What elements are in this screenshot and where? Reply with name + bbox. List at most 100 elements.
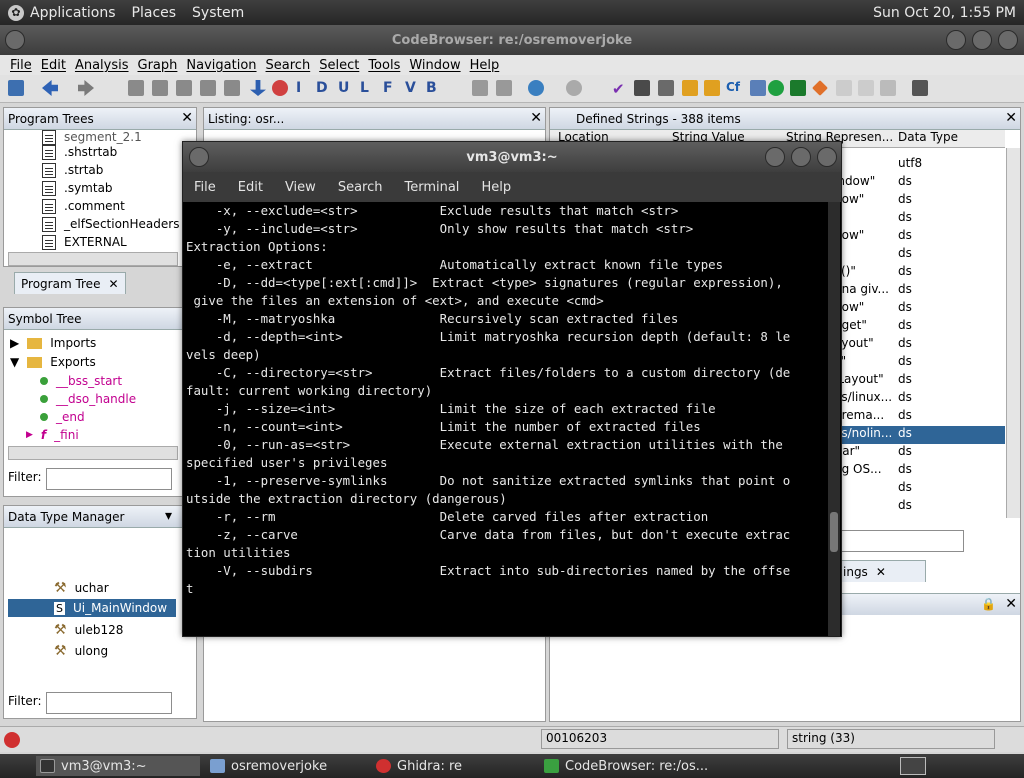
collapse-icon[interactable]: ▼ <box>10 355 19 369</box>
tool-icon-2[interactable] <box>496 80 512 96</box>
tool-icon-9[interactable] <box>858 80 874 96</box>
menu-file[interactable]: File <box>10 58 32 73</box>
list-item[interactable]: ⚒ ulong <box>54 642 108 660</box>
places-menu[interactable]: Places <box>124 0 185 25</box>
menu-edit[interactable]: Edit <box>41 58 66 73</box>
nav-icon-2[interactable] <box>152 80 168 96</box>
forward-arrow-icon[interactable] <box>78 80 94 96</box>
symbol-filter-input[interactable] <box>46 468 172 490</box>
menu-graph[interactable]: Graph <box>138 58 178 73</box>
minimize-button[interactable] <box>946 30 966 50</box>
cf-icon[interactable]: Cf <box>726 80 742 96</box>
tab-program-tree[interactable]: Program Tree ✕ <box>14 272 126 294</box>
folder-icon[interactable] <box>704 80 720 96</box>
back-arrow-icon[interactable] <box>42 80 58 96</box>
error-icon[interactable] <box>4 732 20 748</box>
terminal-scrollbar[interactable] <box>828 202 840 636</box>
i-icon[interactable]: I <box>296 80 312 96</box>
tool-icon-4[interactable] <box>658 80 674 96</box>
tree-item[interactable]: __dso_handle <box>40 390 136 408</box>
down-arrow-icon[interactable] <box>250 80 266 96</box>
close-icon[interactable]: ✕ <box>530 110 542 126</box>
menu-help[interactable]: Help <box>481 180 511 195</box>
list-item[interactable]: ⚒ uleb128 <box>54 621 123 639</box>
terminal-titlebar[interactable]: vm3@vm3:~ <box>183 142 841 172</box>
terminal-window[interactable]: vm3@vm3:~ File Edit View Search Terminal… <box>182 141 842 637</box>
horizontal-scrollbar[interactable] <box>8 252 178 266</box>
v-icon[interactable]: V <box>405 80 421 96</box>
tree-item[interactable]: __bss_start <box>40 372 122 390</box>
list-item-selected[interactable]: S Ui_MainWindow <box>8 599 176 617</box>
menu-file[interactable]: File <box>194 180 216 195</box>
tree-item[interactable]: .symtab <box>42 179 113 197</box>
window-menu-button[interactable] <box>5 30 25 50</box>
maximize-button[interactable] <box>972 30 992 50</box>
dropdown-icon[interactable]: ▾ <box>165 508 172 524</box>
task-codebrowser[interactable]: CodeBrowser: re:/os... <box>540 756 730 776</box>
tool-icon-10[interactable] <box>880 80 896 96</box>
menu-edit[interactable]: Edit <box>238 180 263 195</box>
system-menu[interactable]: System <box>184 0 252 25</box>
window-menu-button[interactable] <box>189 147 209 167</box>
close-icon[interactable]: ✕ <box>108 277 118 291</box>
diamond-icon[interactable] <box>812 80 828 96</box>
strings-filter-input[interactable] <box>840 530 964 552</box>
tree-item[interactable]: EXTERNAL <box>42 233 127 251</box>
close-icon[interactable]: ✕ <box>1005 110 1017 126</box>
menu-window[interactable]: Window <box>409 58 460 73</box>
workspace-switcher[interactable] <box>900 757 926 775</box>
tool-icon-3[interactable] <box>634 80 650 96</box>
nav-icon-4[interactable] <box>200 80 216 96</box>
tool-icon-1[interactable] <box>472 80 488 96</box>
tab-defined-strings[interactable]: ings ✕ <box>836 560 926 582</box>
list-item[interactable]: ⚒ uchar <box>54 579 109 597</box>
tree-item[interactable]: .comment <box>42 197 125 215</box>
l-icon[interactable]: L <box>360 80 376 96</box>
task-ghidra[interactable]: Ghidra: re <box>372 756 536 776</box>
nav-icon-3[interactable] <box>176 80 192 96</box>
run-icon[interactable] <box>768 80 784 96</box>
column-data-type[interactable]: Data Type <box>898 130 958 144</box>
close-button[interactable] <box>998 30 1018 50</box>
menu-help[interactable]: Help <box>470 58 500 73</box>
close-button[interactable] <box>817 147 837 167</box>
checkmark-icon[interactable]: ✔ <box>612 80 628 98</box>
expand-icon[interactable]: ▶ <box>26 430 33 440</box>
close-icon[interactable]: ✕ <box>181 110 193 126</box>
menu-analysis[interactable]: Analysis <box>75 58 129 73</box>
codebrowser-titlebar[interactable]: CodeBrowser: re:/osremoverjoke <box>0 25 1024 55</box>
tool-icon-7[interactable] <box>790 80 806 96</box>
tree-node-imports[interactable]: ▶ Imports <box>10 334 96 352</box>
close-icon[interactable]: ✕ <box>1005 596 1017 612</box>
tree-item[interactable]: .strtab <box>42 161 103 179</box>
horizontal-scrollbar[interactable] <box>8 446 178 460</box>
tree-item[interactable]: ▶ f _fini <box>26 426 79 444</box>
undo-icon[interactable] <box>528 80 544 96</box>
maximize-button[interactable] <box>791 147 811 167</box>
f-icon[interactable]: F <box>383 80 399 96</box>
minimize-button[interactable] <box>765 147 785 167</box>
close-icon[interactable]: ✕ <box>876 565 886 579</box>
nav-icon-1[interactable] <box>128 80 144 96</box>
lock-icon[interactable]: 🔒 <box>981 597 996 611</box>
clock[interactable]: Sun Oct 20, 1:55 PM <box>873 5 1024 21</box>
terminal-output[interactable]: -x, --exclude=<str> Exclude results that… <box>186 202 826 636</box>
menu-search[interactable]: Search <box>266 58 311 73</box>
u-icon[interactable]: U <box>338 80 354 96</box>
save-icon[interactable] <box>8 80 24 96</box>
d-icon[interactable]: D <box>316 80 332 96</box>
b-icon[interactable]: B <box>426 80 442 96</box>
tree-item[interactable]: _end <box>40 408 85 426</box>
task-terminal[interactable]: vm3@vm3:~ <box>36 756 200 776</box>
menu-view[interactable]: View <box>285 180 316 195</box>
tree-item[interactable]: .shstrtab <box>42 143 117 161</box>
task-folder[interactable]: osremoverjoke <box>206 756 366 776</box>
menu-search[interactable]: Search <box>338 180 383 195</box>
datatype-filter-input[interactable] <box>46 692 172 714</box>
tool-icon-11[interactable] <box>912 80 928 96</box>
nav-icon-5[interactable] <box>224 80 240 96</box>
stop-icon[interactable] <box>272 80 288 96</box>
tool-icon-8[interactable] <box>836 80 852 96</box>
tool-icon-5[interactable] <box>682 80 698 96</box>
menu-tools[interactable]: Tools <box>368 58 400 73</box>
